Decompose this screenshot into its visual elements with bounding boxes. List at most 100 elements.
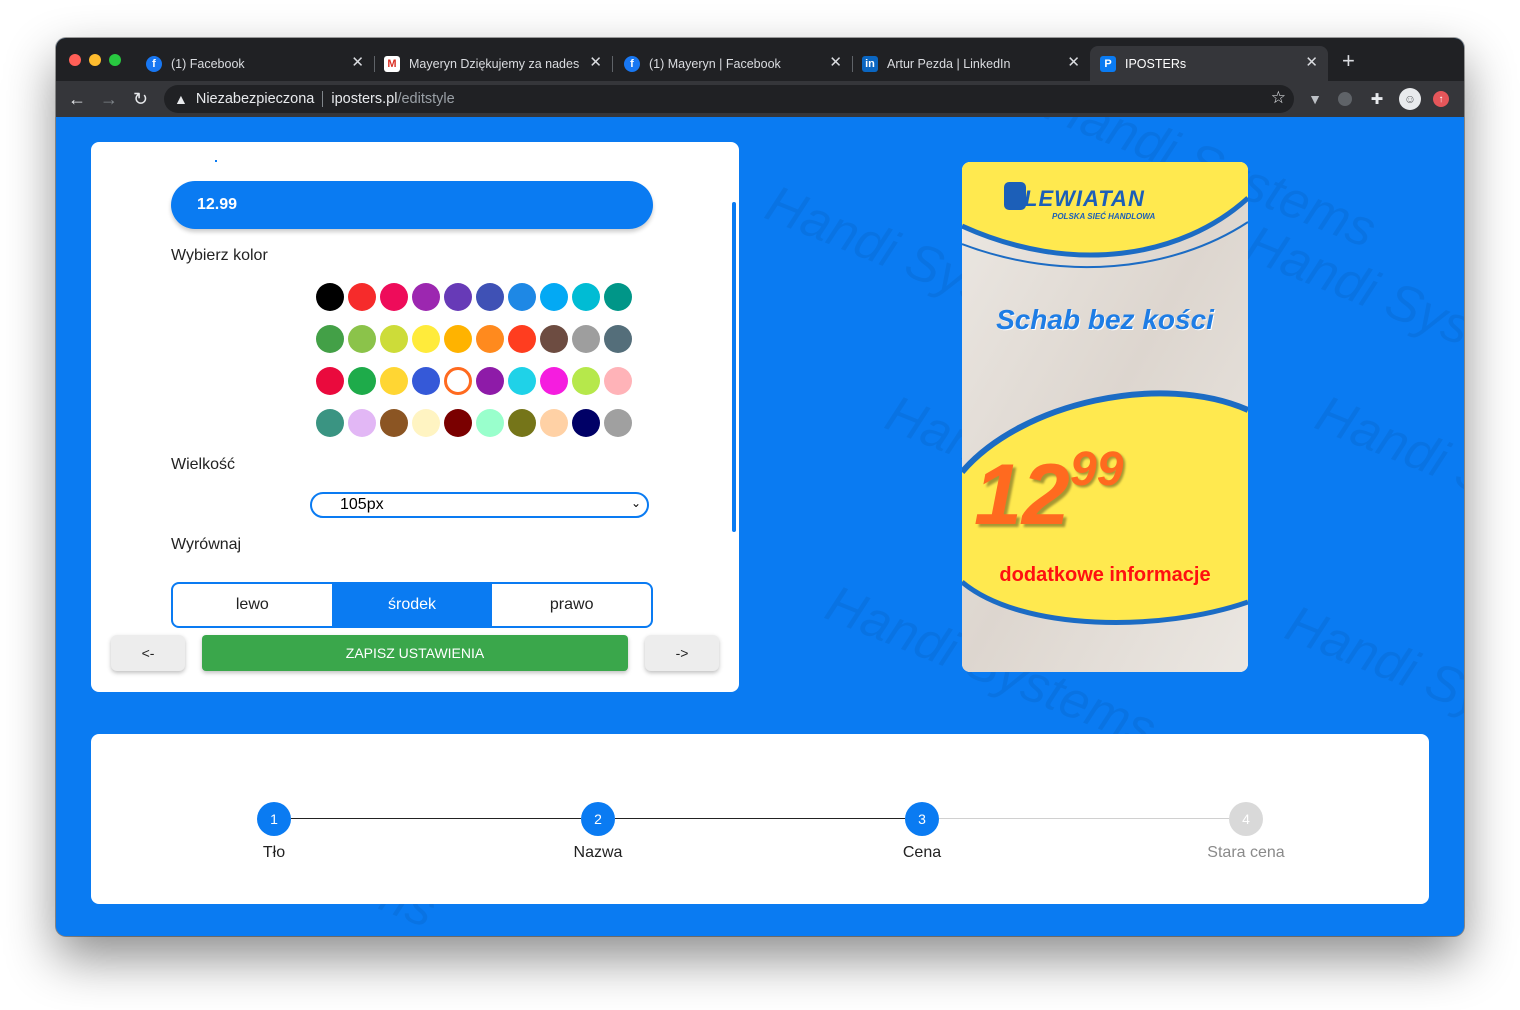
linkedin-icon: in <box>862 55 878 72</box>
size-select[interactable]: 105px ⌄ <box>310 492 649 518</box>
color-swatch[interactable] <box>412 367 440 395</box>
color-swatch[interactable] <box>572 409 600 437</box>
close-icon[interactable]: ✕ <box>1067 55 1080 71</box>
bookmark-star-icon[interactable]: ☆ <box>1271 88 1286 108</box>
color-swatch[interactable] <box>476 325 504 353</box>
align-right-button[interactable]: prawo <box>492 584 651 626</box>
color-swatch[interactable] <box>540 409 568 437</box>
color-swatch[interactable] <box>380 409 408 437</box>
price-input[interactable]: 12.99 <box>171 181 653 229</box>
forward-icon[interactable]: → <box>100 87 118 111</box>
size-select-value: 105px <box>340 496 384 513</box>
address-bar[interactable]: ▲ Niezabezpieczona iposters.pl /editstyl… <box>164 85 1294 113</box>
step-2-circle[interactable]: 2 <box>581 802 615 836</box>
step-4-circle[interactable]: 4 <box>1229 802 1263 836</box>
poster-graphic <box>962 162 1248 672</box>
facebook-icon: f <box>624 55 640 72</box>
color-swatch[interactable] <box>348 325 376 353</box>
tab-title: (1) Facebook <box>171 56 245 71</box>
tab-facebook[interactable]: f (1) Facebook ✕ <box>136 46 375 81</box>
tab-title: (1) Mayeryn | Facebook <box>649 56 781 71</box>
extension-icon[interactable] <box>1338 92 1352 106</box>
page-content: Handi Systems Handi Systems Handi System… <box>56 117 1464 936</box>
step-3-circle[interactable]: 3 <box>905 802 939 836</box>
color-swatch[interactable] <box>476 367 504 395</box>
color-swatch[interactable] <box>444 409 472 437</box>
color-swatch[interactable] <box>540 325 568 353</box>
color-label: Wybierz kolor <box>171 247 268 264</box>
close-icon[interactable]: ✕ <box>589 55 602 71</box>
vue-devtools-icon[interactable]: ▼ <box>1306 90 1324 108</box>
close-icon[interactable]: ✕ <box>829 55 842 71</box>
tab-title: Artur Pezda | LinkedIn <box>887 56 1011 71</box>
step-1-circle[interactable]: 1 <box>257 802 291 836</box>
tab-linkedin[interactable]: in Artur Pezda | LinkedIn ✕ <box>852 46 1090 81</box>
update-icon[interactable]: ↑ <box>1433 91 1449 107</box>
color-swatch[interactable] <box>540 367 568 395</box>
back-icon[interactable]: ← <box>68 87 86 111</box>
browser-window: f (1) Facebook ✕ M Mayeryn Dziękujemy za… <box>56 38 1464 936</box>
color-swatch[interactable] <box>380 283 408 311</box>
color-swatch[interactable] <box>572 367 600 395</box>
tab-gmail[interactable]: M Mayeryn Dziękujemy za nadesła ✕ <box>374 46 613 81</box>
close-window-button[interactable] <box>69 54 81 66</box>
color-swatch[interactable] <box>508 325 536 353</box>
color-swatch[interactable] <box>508 409 536 437</box>
color-swatch[interactable] <box>444 325 472 353</box>
color-swatch[interactable] <box>348 367 376 395</box>
color-swatch[interactable] <box>444 283 472 311</box>
iposters-icon: P <box>1100 55 1116 72</box>
align-label: Wyrównaj <box>171 536 242 553</box>
color-swatch[interactable] <box>348 409 376 437</box>
tab-iposters[interactable]: P IPOSTERs ✕ <box>1090 46 1328 81</box>
color-swatch[interactable] <box>412 283 440 311</box>
step-connector <box>615 818 905 819</box>
color-swatch[interactable] <box>316 409 344 437</box>
color-swatch[interactable] <box>316 283 344 311</box>
color-swatch[interactable] <box>316 367 344 395</box>
close-icon[interactable]: ✕ <box>1305 55 1318 71</box>
maximize-window-button[interactable] <box>109 54 121 66</box>
color-swatch[interactable] <box>412 325 440 353</box>
tab-facebook-mayeryn[interactable]: f (1) Mayeryn | Facebook ✕ <box>614 46 853 81</box>
reload-icon[interactable]: ↻ <box>133 87 148 111</box>
color-swatch[interactable] <box>476 283 504 311</box>
save-settings-button[interactable]: ZAPISZ USTAWIENIA <box>202 635 628 671</box>
color-swatch[interactable] <box>348 283 376 311</box>
color-swatch[interactable] <box>412 409 440 437</box>
poster-logo-subtitle: POLSKA SIEĆ HANDLOWA <box>1052 212 1156 221</box>
color-swatch[interactable] <box>316 325 344 353</box>
color-swatch[interactable] <box>508 283 536 311</box>
profile-avatar-icon[interactable]: ☺ <box>1399 88 1421 110</box>
color-swatch[interactable] <box>604 409 632 437</box>
close-icon[interactable]: ✕ <box>351 55 364 71</box>
step-1-label: Tło <box>262 844 286 861</box>
next-button[interactable]: -> <box>645 635 719 671</box>
warning-icon: ▲ <box>174 91 188 107</box>
align-segmented-control: lewo środek prawo <box>171 582 653 628</box>
color-swatch[interactable] <box>444 367 472 395</box>
color-swatch[interactable] <box>476 409 504 437</box>
color-swatch[interactable] <box>508 367 536 395</box>
tab-title: IPOSTERs <box>1125 56 1187 71</box>
new-tab-button[interactable]: + <box>1342 50 1355 72</box>
poster-preview: LEWIATAN POLSKA SIEĆ HANDLOWA Schab bez … <box>962 162 1248 672</box>
extensions-puzzle-icon[interactable]: ✚ <box>1368 90 1386 108</box>
align-left-button[interactable]: lewo <box>173 584 333 626</box>
color-swatch[interactable] <box>604 367 632 395</box>
color-swatch[interactable] <box>572 325 600 353</box>
watermark: Handi Systems <box>1307 384 1464 570</box>
color-swatch[interactable] <box>540 283 568 311</box>
gmail-icon: M <box>384 55 400 72</box>
color-swatch[interactable] <box>380 325 408 353</box>
scrollbar[interactable] <box>732 202 736 532</box>
color-swatch[interactable] <box>572 283 600 311</box>
minimize-window-button[interactable] <box>89 54 101 66</box>
color-swatch[interactable] <box>604 325 632 353</box>
prev-button[interactable]: <- <box>111 635 185 671</box>
style-editor-panel: 12.99 Wybierz kolor Wielkość 105px ⌄ Wyr… <box>91 142 739 692</box>
color-swatch[interactable] <box>380 367 408 395</box>
color-swatch[interactable] <box>604 283 632 311</box>
facebook-icon: f <box>146 55 162 72</box>
align-center-button[interactable]: środek <box>332 584 493 626</box>
